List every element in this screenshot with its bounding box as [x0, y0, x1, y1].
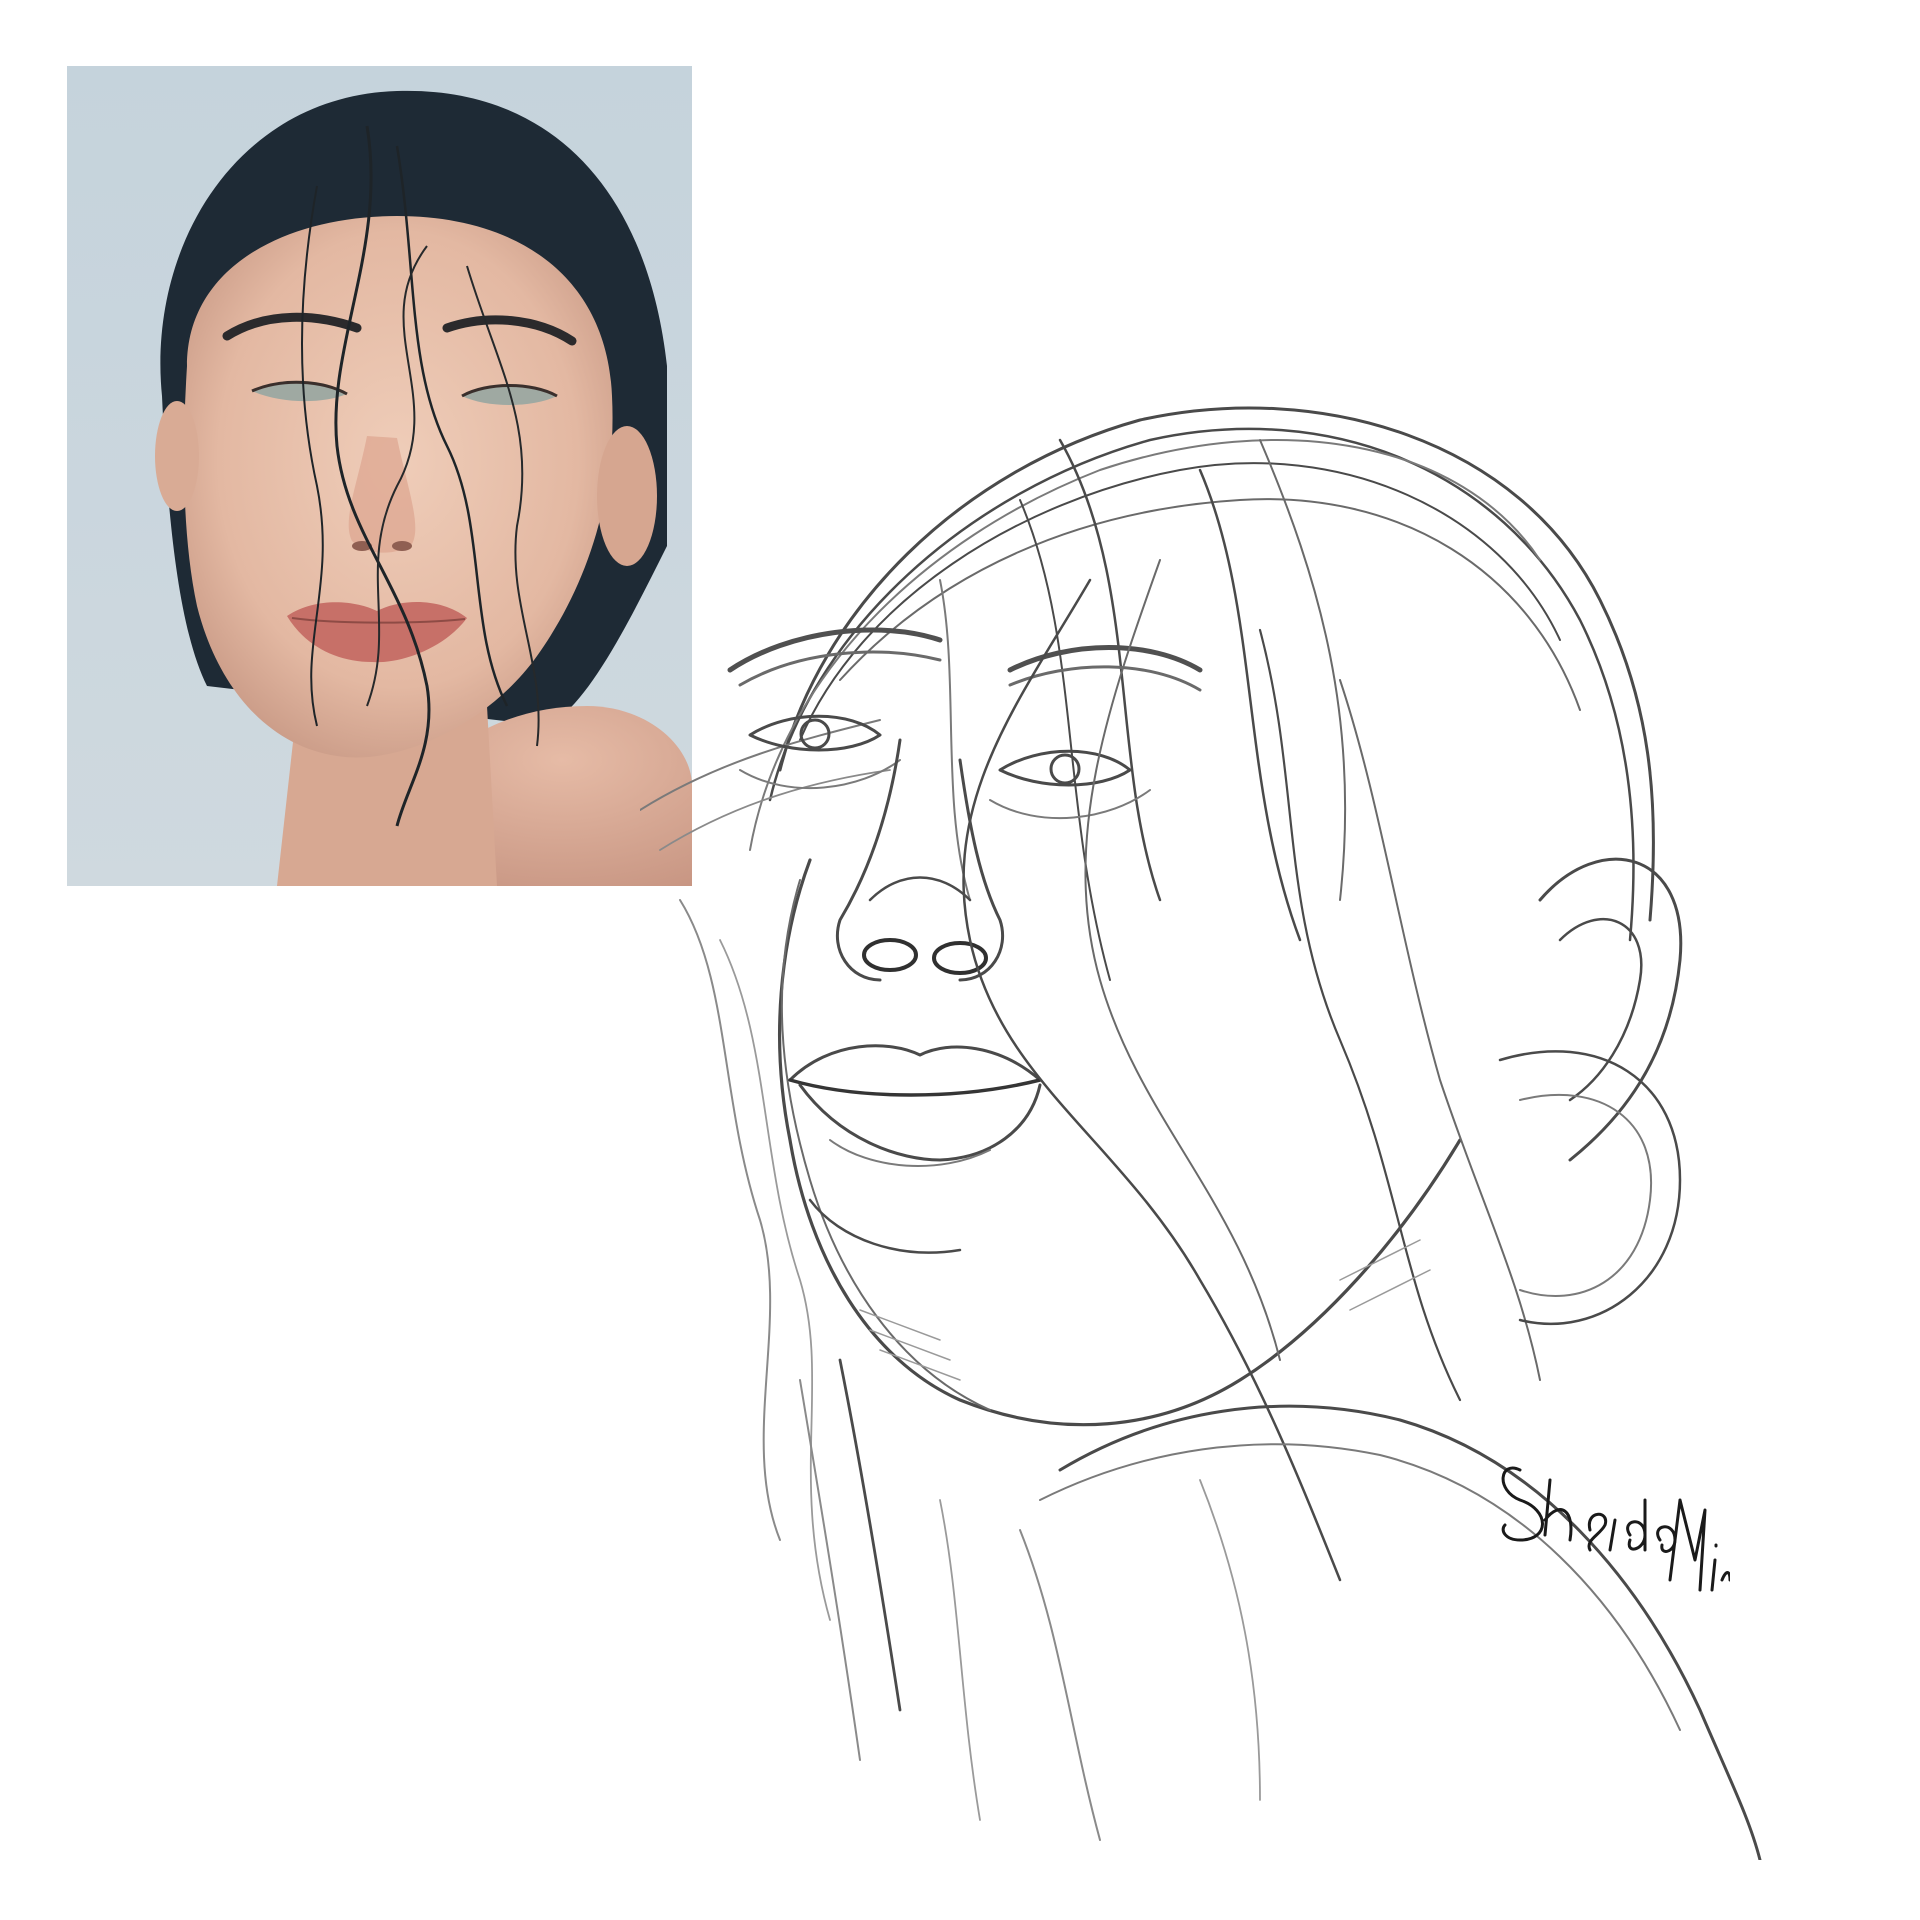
artist-signature: SheidaMir	[1490, 1440, 1730, 1620]
artwork-canvas: SheidaMir	[0, 0, 1920, 1920]
reference-photo-graphic	[67, 66, 692, 886]
portrait-sketch	[640, 380, 1800, 1860]
signature-graphic	[1501, 1466, 1730, 1592]
reference-photo	[67, 66, 692, 886]
portrait-sketch-graphic	[640, 406, 1762, 1860]
